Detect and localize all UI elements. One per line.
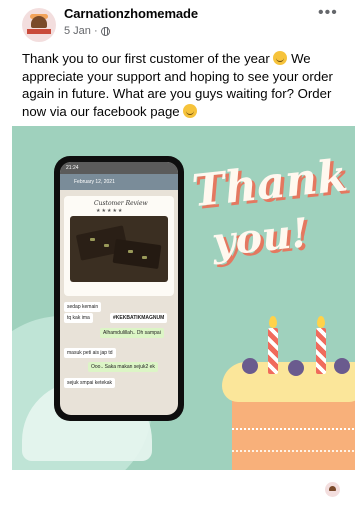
candle-icon: [316, 316, 326, 374]
cake-slice-2: [112, 238, 162, 270]
cake-photo: [70, 216, 168, 282]
caption-text-1: Thank you to our first customer of the y…: [22, 51, 274, 66]
cake-scallop: [232, 450, 355, 460]
candle-icon: [268, 316, 278, 374]
post-author[interactable]: Carnationzhomemade: [64, 6, 198, 21]
post-image[interactable]: 21:24 February 12, 2021 Customer Review …: [12, 126, 355, 470]
flame-icon: [269, 316, 277, 328]
globe-icon: [100, 26, 110, 36]
pistachio-crumb: [90, 238, 95, 241]
flame-icon: [317, 316, 325, 328]
phone-chat-header: February 12, 2021: [60, 174, 178, 190]
cake-stripe: [232, 428, 355, 434]
star-rating-icon: ★★★★★: [96, 208, 124, 214]
pistachio-crumb: [142, 256, 147, 259]
chat-message: sedap kemain: [64, 302, 102, 312]
avatar-cake-body: [31, 16, 47, 28]
commenter-avatar[interactable]: [325, 482, 340, 497]
smiling-emoji-icon: [273, 51, 288, 65]
pistachio-crumb: [128, 250, 133, 253]
berry-icon: [242, 358, 258, 374]
phone-chat-date: February 12, 2021: [74, 179, 115, 185]
more-dots-icon[interactable]: •••: [318, 4, 338, 22]
thank-heading: Thank: [189, 150, 350, 218]
chat-message: Ooo.. Saka makan sejuk2 ek: [88, 362, 158, 372]
post-meta: 5 Jan ·: [64, 25, 110, 37]
phone-status-time: 21:24: [66, 165, 79, 171]
chat-message: sejuk smpai ketekak: [64, 378, 116, 388]
phone-status-bar: 21:24: [60, 162, 178, 174]
phone-mockup: 21:24 February 12, 2021 Customer Review …: [54, 156, 184, 421]
pistachio-crumb: [104, 244, 109, 247]
post-caption: Thank you to our first customer of the y…: [22, 50, 342, 120]
chat-message: masuk peti ais jap td: [64, 348, 116, 358]
page-avatar[interactable]: [22, 8, 56, 42]
chat-message: tq kak ima: [64, 313, 93, 323]
berry-icon: [288, 360, 304, 376]
post-date[interactable]: 5 Jan ·: [64, 25, 98, 37]
chat-message: #KEKBATIKMAGNUM: [110, 313, 168, 323]
laughing-emoji-icon: [183, 103, 198, 118]
berry-icon: [334, 358, 350, 374]
birthday-cake-illustration: [222, 316, 355, 470]
chat-message: Alhamdulillah.. Dh sampai: [100, 328, 164, 338]
post-header: Carnationzhomemade 5 Jan · •••: [0, 0, 355, 44]
avatar-ribbon: [27, 29, 51, 34]
review-card: Customer Review ★★★★★: [64, 196, 174, 296]
review-title: Customer Review: [94, 200, 148, 207]
you-heading: you!: [209, 209, 311, 266]
phone-screen: 21:24 February 12, 2021 Customer Review …: [60, 162, 178, 415]
